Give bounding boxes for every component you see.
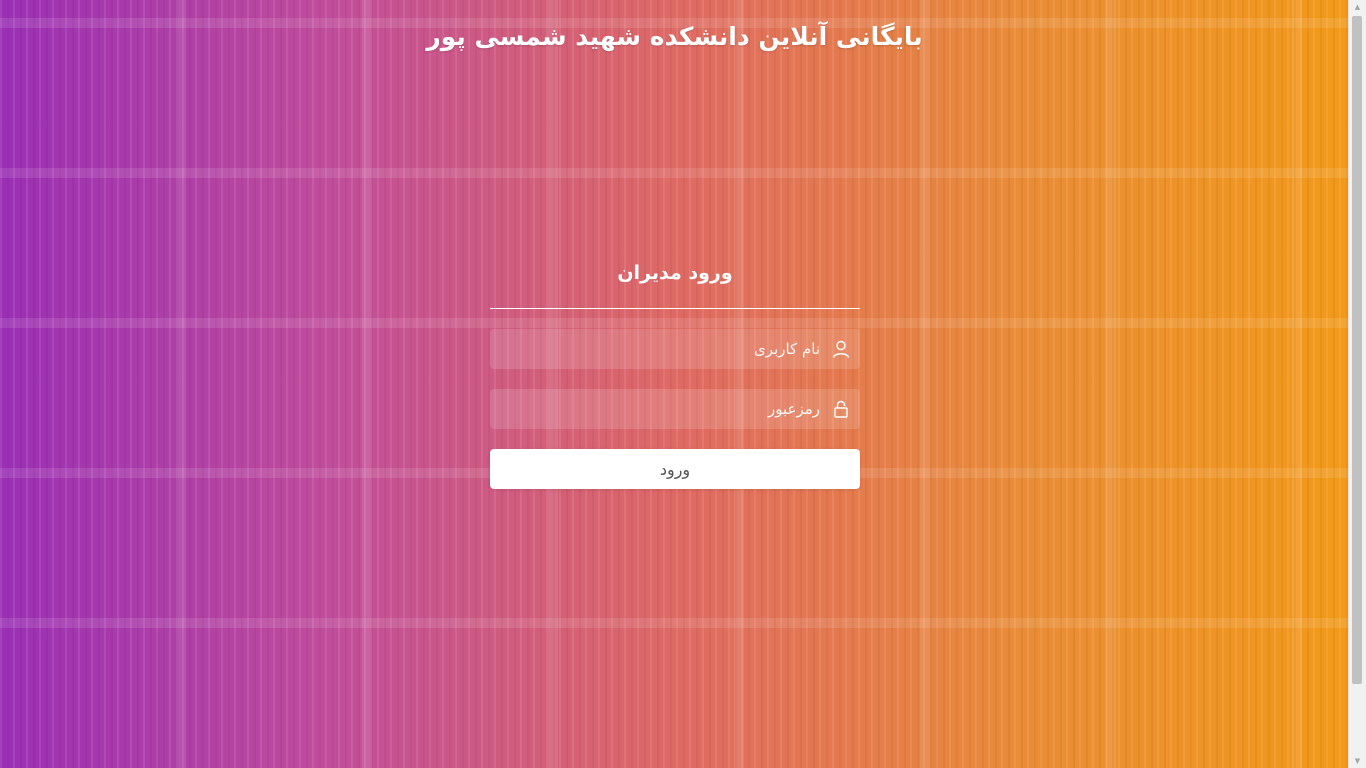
scrollbar-thumb[interactable]	[1352, 16, 1362, 684]
password-input[interactable]	[490, 389, 860, 429]
page: { "header": { "title": "بایگانی آنلاین د…	[0, 0, 1366, 768]
scroll-up-arrow-icon[interactable]: ▲	[1349, 0, 1366, 14]
site-title: بایگانی آنلاین دانشکده شهید شمسی پور	[426, 22, 923, 51]
user-icon	[831, 339, 851, 359]
vertical-scrollbar[interactable]: ▲ ▼	[1348, 0, 1366, 768]
login-heading: ورود مدیران	[617, 262, 733, 284]
heading-divider	[490, 308, 860, 309]
login-button[interactable]: ورود	[490, 449, 860, 489]
password-field	[490, 389, 860, 429]
scroll-down-arrow-icon[interactable]: ▼	[1349, 754, 1366, 768]
username-field	[490, 329, 860, 369]
lock-icon	[831, 399, 851, 419]
username-input[interactable]	[490, 329, 860, 369]
admin-login-form: ورود مدیران ورود	[490, 258, 860, 489]
